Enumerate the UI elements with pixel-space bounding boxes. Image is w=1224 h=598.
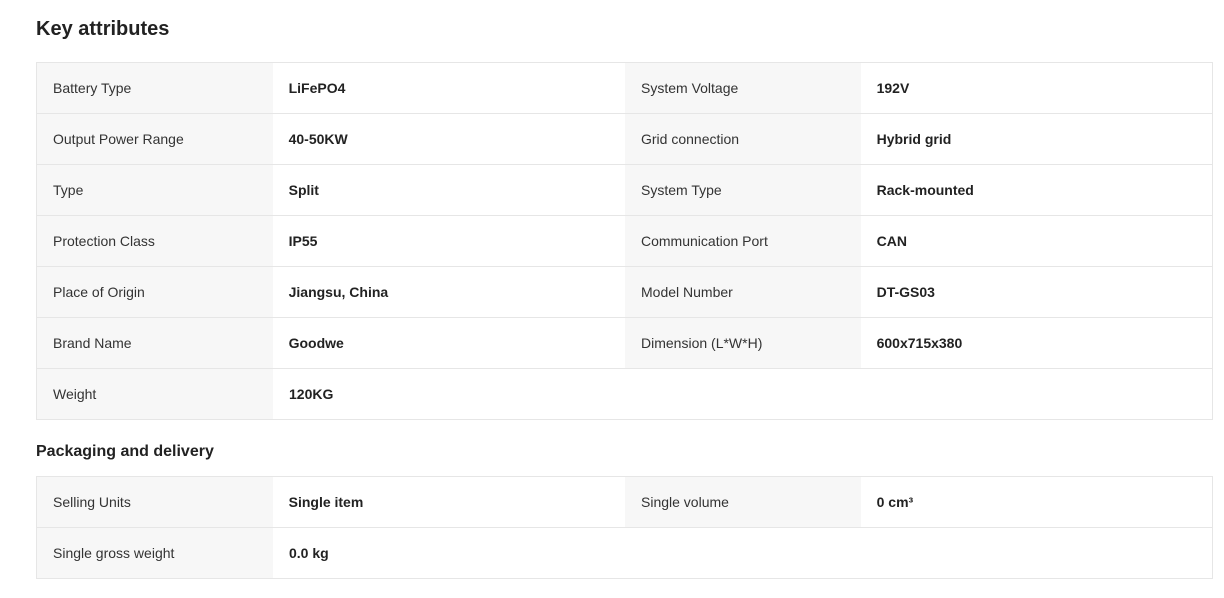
attribute-label: System Voltage [625, 63, 861, 113]
attribute-label: Single volume [625, 477, 861, 527]
attribute-value: CAN [860, 216, 1212, 266]
packaging-table: Selling Units Single item Single volume … [36, 476, 1213, 579]
attribute-value: 600x715x380 [860, 318, 1212, 368]
table-row: Brand Name Goodwe Dimension (L*W*H) 600x… [37, 317, 1212, 368]
table-row: Selling Units Single item Single volume … [37, 477, 1212, 527]
attribute-label: System Type [625, 165, 861, 215]
attribute-value: IP55 [272, 216, 625, 266]
attribute-label: Output Power Range [37, 114, 273, 164]
attribute-label: Single gross weight [37, 528, 273, 578]
attribute-label: Brand Name [37, 318, 273, 368]
attribute-label: Grid connection [625, 114, 861, 164]
table-row: Output Power Range 40-50KW Grid connecti… [37, 113, 1212, 164]
attribute-label: Protection Class [37, 216, 273, 266]
table-row: Place of Origin Jiangsu, China Model Num… [37, 266, 1212, 317]
attribute-value: Jiangsu, China [272, 267, 625, 317]
attribute-value: Rack-mounted [860, 165, 1212, 215]
attribute-label: Dimension (L*W*H) [625, 318, 861, 368]
attribute-label: Place of Origin [37, 267, 273, 317]
table-row: Protection Class IP55 Communication Port… [37, 215, 1212, 266]
attribute-label: Selling Units [37, 477, 273, 527]
attribute-value: LiFePO4 [272, 63, 625, 113]
packaging-delivery-title: Packaging and delivery [36, 443, 214, 460]
attribute-value: 0.0 kg [273, 528, 626, 578]
attribute-label: Model Number [625, 267, 861, 317]
attribute-value: Split [272, 165, 625, 215]
table-row: Weight 120KG [37, 368, 1212, 419]
attribute-value: DT-GS03 [860, 267, 1212, 317]
key-attributes-title: Key attributes [36, 18, 170, 40]
attribute-value: Single item [272, 477, 625, 527]
attribute-value: 40-50KW [272, 114, 625, 164]
attribute-value: 0 cm³ [860, 477, 1212, 527]
attribute-label: Type [37, 165, 273, 215]
attribute-label: Battery Type [37, 63, 273, 113]
attribute-value: 192V [860, 63, 1212, 113]
empty-cell [626, 528, 1212, 578]
attribute-value: 120KG [273, 369, 626, 419]
attribute-value: Hybrid grid [860, 114, 1212, 164]
table-row: Single gross weight 0.0 kg [37, 527, 1212, 578]
attribute-label: Weight [37, 369, 273, 419]
empty-cell [626, 369, 1212, 419]
key-attributes-table: Battery Type LiFePO4 System Voltage 192V… [36, 62, 1213, 420]
table-row: Battery Type LiFePO4 System Voltage 192V [37, 63, 1212, 113]
attribute-label: Communication Port [625, 216, 861, 266]
table-row: Type Split System Type Rack-mounted [37, 164, 1212, 215]
attribute-value: Goodwe [272, 318, 625, 368]
